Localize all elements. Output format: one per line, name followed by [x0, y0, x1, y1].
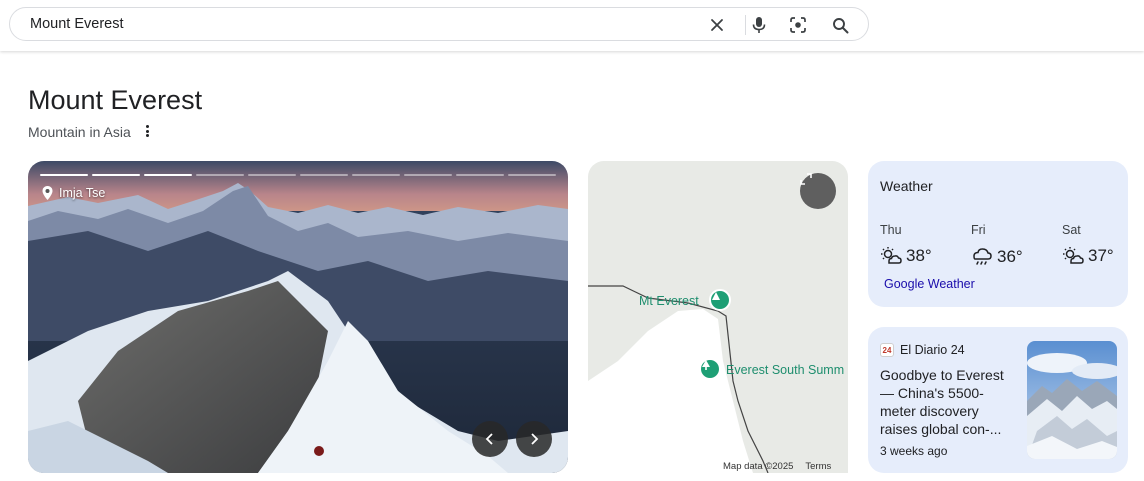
photo-location-label: Imja Tse: [59, 186, 106, 200]
photo-carousel[interactable]: Imja Tse: [28, 161, 568, 473]
news-source-logo: 24: [880, 343, 894, 357]
previous-photo-button[interactable]: [472, 421, 508, 457]
map-footer: Map data ©2025 Terms: [723, 461, 831, 472]
weather-day-temp: 37°: [1088, 246, 1114, 265]
progress-segment: [92, 174, 140, 176]
weather-day[interactable]: Fri 36°: [971, 223, 1023, 268]
expand-icon: [800, 173, 812, 185]
chevron-left-icon: [485, 433, 493, 445]
map-card[interactable]: Mt Everest Everest South Summ Map data ©…: [588, 161, 848, 473]
weather-card[interactable]: Weather Thu 38° Fri 36° Sat 37° Google W…: [868, 161, 1128, 307]
top-bar: [0, 0, 1144, 51]
map-label-south-summit[interactable]: Everest South Summ: [726, 363, 844, 377]
map-data-attribution: Map data ©2025: [723, 461, 794, 472]
weather-day-name: Fri: [971, 223, 986, 237]
weather-day[interactable]: Sat 37°: [1062, 223, 1114, 266]
page-title: Mount Everest: [28, 85, 203, 115]
progress-segment: [300, 174, 348, 176]
partly-sunny-icon: [881, 247, 902, 264]
more-options-icon[interactable]: [143, 123, 151, 139]
microphone-icon[interactable]: [749, 15, 769, 35]
slide-progress: [40, 174, 556, 176]
progress-segment: [508, 174, 556, 176]
progress-segment: [196, 174, 244, 176]
search-divider: [745, 15, 746, 35]
progress-segment: [352, 174, 400, 176]
map-canvas: [588, 285, 848, 473]
weather-title: Weather: [880, 178, 933, 194]
map-terms-link[interactable]: Terms: [805, 461, 831, 472]
news-thumbnail[interactable]: [1027, 341, 1117, 459]
news-card[interactable]: 24 El Diario 24 Goodbye to Everest — Chi…: [868, 327, 1128, 473]
news-source-name: El Diario 24: [900, 343, 965, 357]
weather-day-temp: 38°: [906, 246, 932, 265]
chevron-right-icon: [531, 433, 539, 445]
mountain-pin-icon[interactable]: [709, 289, 731, 311]
news-source: 24 El Diario 24: [880, 343, 965, 357]
progress-segment: [404, 174, 452, 176]
photo-location[interactable]: Imja Tse: [42, 186, 105, 200]
news-headline[interactable]: Goodbye to Everest — China's 5500-meter …: [880, 366, 1015, 438]
progress-segment: [144, 174, 192, 176]
progress-segment: [248, 174, 296, 176]
next-photo-button[interactable]: [516, 421, 552, 457]
location-pin-icon: [42, 186, 53, 200]
progress-segment: [40, 174, 88, 176]
rain-cloud-icon: [973, 248, 992, 265]
weather-day-name: Sat: [1062, 223, 1081, 237]
lens-icon[interactable]: [788, 15, 808, 35]
search-input[interactable]: [30, 16, 670, 32]
search-box[interactable]: [9, 7, 869, 41]
weather-day-name: Thu: [880, 223, 902, 237]
search-icon[interactable]: [830, 15, 850, 35]
weather-day[interactable]: Thu 38°: [880, 223, 932, 266]
google-weather-link[interactable]: Google Weather: [884, 277, 975, 291]
clear-icon[interactable]: [707, 15, 727, 35]
weather-day-temp: 36°: [997, 247, 1023, 266]
map-label-mt-everest[interactable]: Mt Everest: [639, 294, 699, 308]
expand-map-button[interactable]: [800, 173, 836, 209]
progress-segment: [456, 174, 504, 176]
partly-sunny-icon: [1063, 247, 1084, 264]
news-timestamp: 3 weeks ago: [880, 444, 948, 458]
tree-pin-icon[interactable]: [699, 358, 721, 380]
entity-subtitle: Mountain in Asia: [28, 124, 131, 140]
